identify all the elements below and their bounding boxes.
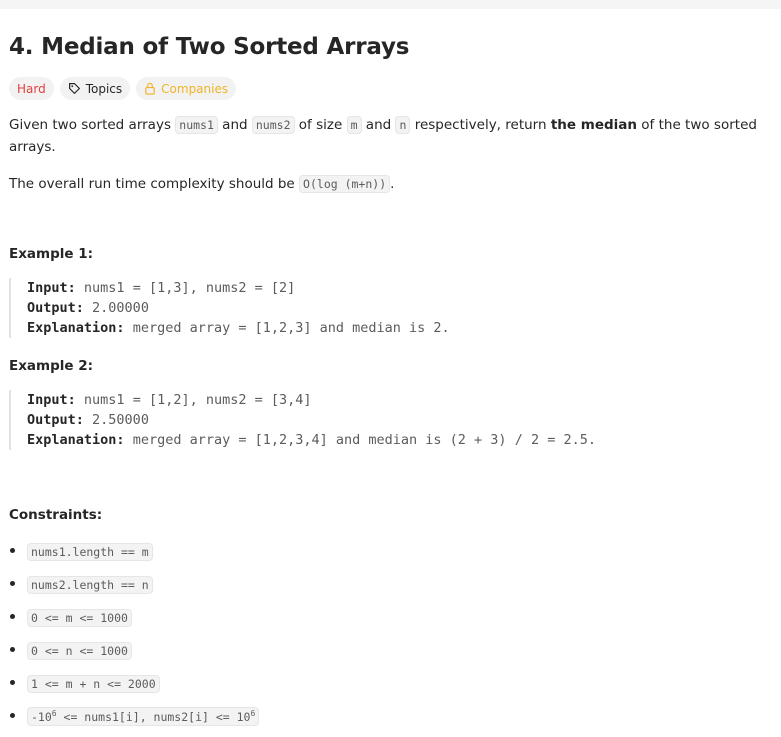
output-label: Output:: [27, 412, 84, 428]
constraint-item: 0 <= m <= 1000: [9, 601, 769, 634]
text: The overall run time complexity should b…: [9, 176, 300, 192]
inline-code: nums1: [175, 116, 218, 134]
description-paragraph-1: Given two sorted arrays nums1 and nums2 …: [9, 114, 769, 158]
explanation-label: Explanation:: [27, 432, 125, 448]
constraint-item: -106 <= nums1[i], nums2[i] <= 106: [9, 700, 769, 733]
text: -10: [31, 709, 52, 724]
output-label: Output:: [27, 300, 84, 316]
text: .: [390, 176, 395, 192]
example-line: Output: 2.00000: [27, 298, 769, 318]
text: of size: [294, 117, 347, 133]
inline-code: nums2: [251, 116, 295, 134]
explanation-value: merged array = [1,2,3,4] and median is (…: [132, 432, 596, 448]
constraint-code: nums1.length == m: [27, 542, 153, 561]
constraint-code: 0 <= m <= 1000: [27, 608, 132, 627]
example-line: Explanation: merged array = [1,2,3,4] an…: [27, 430, 769, 450]
description-paragraph-2: The overall run time complexity should b…: [9, 173, 769, 195]
text: and: [361, 117, 396, 133]
output-value: 2.00000: [92, 300, 149, 316]
bold-text: the median: [550, 117, 637, 133]
constraint-code: 0 <= n <= 1000: [27, 641, 132, 660]
constraint-code: 1 <= m + n <= 2000: [27, 674, 160, 693]
input-value: nums1 = [1,3], nums2 = [2]: [83, 280, 296, 296]
constraint-code: nums2.length == n: [27, 575, 153, 594]
constraint-item: 1 <= m + n <= 2000: [9, 667, 769, 700]
problem-description: 4. Median of Two Sorted Arrays Hard Topi…: [9, 30, 769, 733]
constraints-title: Constraints:: [9, 507, 103, 523]
top-strip: [0, 0, 781, 9]
input-label: Input:: [27, 280, 76, 296]
constraint-code: -106 <= nums1[i], nums2[i] <= 106: [27, 707, 260, 726]
example-2-block: Input: nums1 = [1,2], nums2 = [3,4] Outp…: [9, 390, 769, 450]
constraint-item: nums2.length == n: [9, 568, 769, 601]
input-label: Input:: [27, 392, 76, 408]
topics-button[interactable]: Topics: [59, 77, 131, 100]
inline-code: O(log (m+n)): [299, 175, 391, 193]
output-value: 2.50000: [92, 412, 149, 428]
text: Given two sorted arrays: [9, 117, 176, 133]
example-line: Explanation: merged array = [1,2,3] and …: [27, 318, 769, 338]
exponent: 6: [250, 709, 256, 719]
constraint-item: 0 <= n <= 1000: [9, 634, 769, 667]
constraints-list: nums1.length == m nums2.length == n 0 <=…: [9, 535, 769, 733]
difficulty-label: Hard: [17, 81, 46, 96]
explanation-value: merged array = [1,2,3] and median is 2.: [132, 320, 450, 336]
example-1-block: Input: nums1 = [1,3], nums2 = [2] Output…: [9, 278, 769, 338]
lock-icon: [145, 82, 155, 95]
example-2-title: Example 2:: [9, 358, 94, 374]
tag-row: Hard Topics Companies: [9, 77, 769, 100]
problem-title[interactable]: 4. Median of Two Sorted Arrays: [9, 30, 769, 64]
inline-code: n: [395, 116, 411, 134]
text: and: [217, 117, 252, 133]
example-line: Output: 2.50000: [27, 410, 769, 430]
text: <= nums1[i], nums2[i] <= 10: [56, 709, 251, 724]
example-line: Input: nums1 = [1,3], nums2 = [2]: [27, 278, 769, 298]
explanation-label: Explanation:: [27, 320, 125, 336]
tag-icon: [68, 83, 80, 94]
constraint-item: nums1.length == m: [9, 535, 769, 568]
topics-label: Topics: [85, 81, 123, 96]
inline-code: m: [346, 116, 362, 134]
example-line: Input: nums1 = [1,2], nums2 = [3,4]: [27, 390, 769, 410]
companies-button[interactable]: Companies: [136, 77, 237, 100]
text: respectively, return: [410, 117, 551, 133]
companies-label: Companies: [161, 81, 229, 96]
example-1-title: Example 1:: [9, 246, 94, 262]
difficulty-badge: Hard: [9, 77, 54, 100]
input-value: nums1 = [1,2], nums2 = [3,4]: [83, 392, 312, 408]
